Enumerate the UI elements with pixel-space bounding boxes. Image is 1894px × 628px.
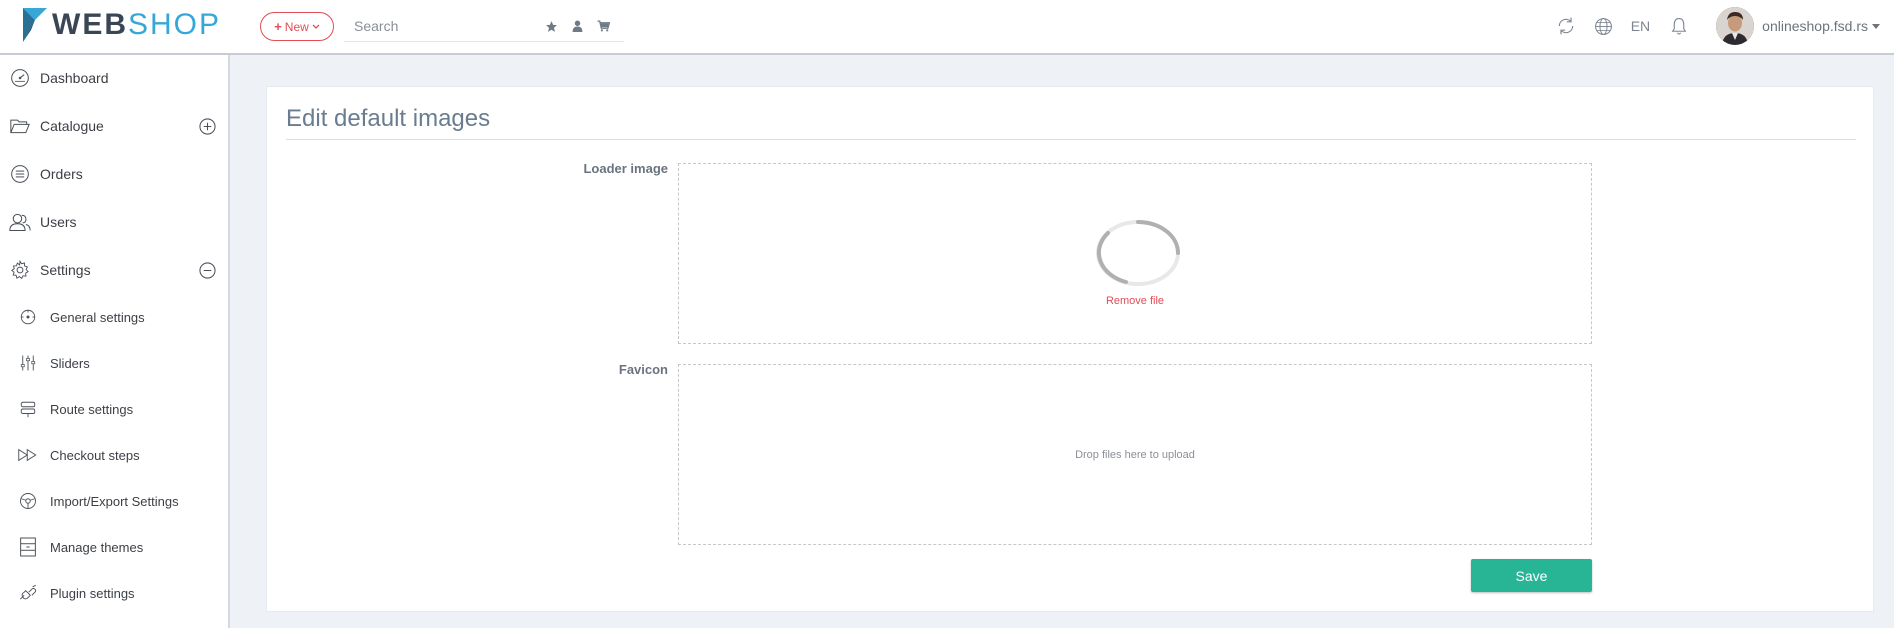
- user-menu[interactable]: onlineshop.fsd.rs: [1762, 18, 1880, 34]
- user-name: onlineshop.fsd.rs: [1762, 18, 1868, 34]
- steering-icon: [18, 491, 38, 511]
- sidebar-subitem-label: Plugin settings: [50, 585, 135, 601]
- sidebar-item-dashboard[interactable]: Dashboard: [0, 58, 228, 98]
- favicon-label: Favicon: [618, 362, 668, 377]
- logo-text-web: WEB: [52, 8, 128, 41]
- sidebar-subitem-manage-themes[interactable]: Manage themes: [0, 528, 228, 566]
- sidebar-item-label: Dashboard: [40, 70, 109, 86]
- top-bar: WEBSHOP + New EN: [0, 0, 1894, 55]
- sidebar-item-label: Users: [40, 214, 77, 230]
- remove-file-link[interactable]: Remove file: [679, 295, 1591, 307]
- bell-icon[interactable]: [1668, 15, 1690, 37]
- sidebar-subitem-route-settings[interactable]: Route settings: [0, 390, 228, 428]
- avatar[interactable]: [1716, 7, 1755, 45]
- logo-text-shop: SHOP: [128, 8, 222, 41]
- new-button-label: New: [284, 19, 309, 34]
- sidebar-item-users[interactable]: Users: [0, 202, 228, 242]
- sidebar-subitem-import-export[interactable]: Import/Export Settings: [0, 482, 228, 520]
- title-divider: [286, 139, 1856, 140]
- logo-mark-icon: [23, 8, 47, 42]
- sidebar-subitem-label: Import/Export Settings: [50, 493, 179, 509]
- language-selector[interactable]: EN: [1631, 18, 1650, 34]
- chevron-down-icon: [312, 24, 320, 29]
- sidebar-subitem-label: Route settings: [50, 401, 134, 417]
- edit-images-panel: Edit default images Loader image Remove …: [266, 86, 1874, 612]
- expand-icon[interactable]: [199, 117, 216, 135]
- sidebar-subitem-plugin-settings[interactable]: Plugin settings: [0, 574, 228, 612]
- refresh-icon[interactable]: [1555, 15, 1577, 37]
- drop-files-text: Drop files here to upload: [1075, 449, 1195, 461]
- folder-icon: [9, 115, 31, 137]
- webshop-logo[interactable]: WEBSHOP: [21, 5, 221, 45]
- search-input[interactable]: [344, 12, 534, 40]
- dashboard-icon: [9, 67, 31, 89]
- page-title: Edit default images: [286, 105, 491, 132]
- user-icon[interactable]: [570, 16, 584, 36]
- sidebar-subitem-label: Manage themes: [50, 539, 144, 555]
- search-box: [344, 12, 624, 42]
- sliders-icon: [18, 353, 38, 373]
- gear-icon: [9, 259, 31, 281]
- list-icon: [9, 163, 31, 185]
- sidebar: Dashboard Catalogue Orders Users Setting…: [0, 55, 230, 628]
- collapse-icon[interactable]: [199, 261, 216, 279]
- save-button[interactable]: Save: [1471, 559, 1592, 592]
- sidebar-item-settings[interactable]: Settings: [0, 250, 228, 290]
- cart-icon[interactable]: [596, 16, 610, 36]
- sidebar-subitem-label: Sliders: [50, 355, 90, 371]
- sidebar-item-label: Catalogue: [40, 118, 104, 134]
- fast-forward-icon: [18, 445, 38, 465]
- favicon-dropzone[interactable]: Drop files here to upload: [678, 364, 1592, 545]
- user-photo-icon: [1716, 7, 1755, 45]
- themes-icon: [18, 537, 38, 557]
- globe-icon[interactable]: [1593, 15, 1615, 37]
- sidebar-subitem-general-settings[interactable]: General settings: [0, 298, 228, 336]
- users-icon: [9, 211, 31, 233]
- new-button[interactable]: + New: [260, 12, 334, 41]
- star-icon[interactable]: [544, 16, 558, 36]
- loading-spinner-icon: [1096, 220, 1180, 286]
- plugin-icon: [18, 583, 38, 603]
- plus-icon: +: [274, 19, 282, 34]
- loader-image-dropzone[interactable]: Remove file: [678, 163, 1592, 344]
- sidebar-subitem-checkout-steps[interactable]: Checkout steps: [0, 436, 228, 474]
- route-icon: [18, 399, 38, 419]
- sidebar-subitem-label: General settings: [50, 309, 145, 325]
- caret-down-icon: [1872, 23, 1880, 29]
- sidebar-subitem-sliders[interactable]: Sliders: [0, 344, 228, 382]
- loader-image-label: Loader image: [583, 161, 668, 176]
- sidebar-item-label: Orders: [40, 166, 83, 182]
- sidebar-item-label: Settings: [40, 262, 91, 278]
- general-settings-icon: [18, 307, 38, 327]
- sidebar-item-catalogue[interactable]: Catalogue: [0, 106, 228, 146]
- sidebar-subitem-label: Checkout steps: [50, 447, 140, 463]
- sidebar-item-orders[interactable]: Orders: [0, 154, 228, 194]
